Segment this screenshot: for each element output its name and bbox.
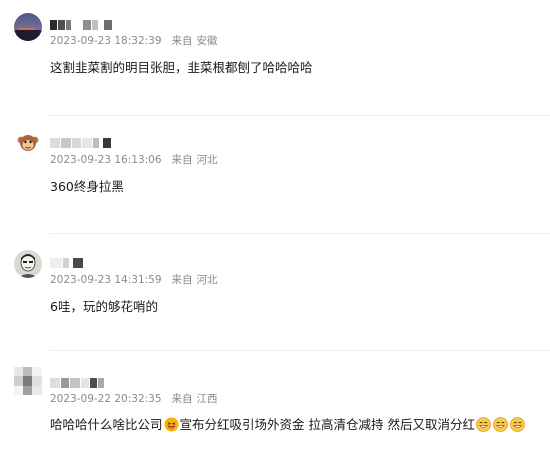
comment-text: 哈哈哈什么啥比公司 宣布分红吸引场外资金 拉高清仓减持 然后又取消分红 — [50, 414, 526, 433]
comment-text: 6哇，玩的够花哨的 — [50, 299, 158, 314]
divider — [50, 115, 550, 116]
timestamp: 2023-09-22 20:32:35 — [50, 393, 162, 405]
location: 河北 — [196, 274, 218, 286]
username-masked[interactable] — [50, 252, 84, 268]
from-label: 来自 — [171, 274, 193, 286]
from-label: 来自 — [171, 154, 193, 166]
from-label: 来自 — [171, 35, 193, 47]
comment-text-part: 哈哈哈什么啥比公司 — [50, 417, 163, 432]
comment-text: 这割韭菜割的明目张胆，韭菜根都刨了哈哈哈哈 — [50, 60, 313, 75]
comment-meta: 2023-09-23 14:31:59 来自 河北 — [50, 272, 218, 287]
location: 河北 — [196, 154, 218, 166]
divider — [50, 233, 550, 234]
comment-list: 2023-09-23 18:32:39 来自 安徽 这割韭菜割的明目张胆，韭菜根都刨… — [0, 0, 550, 450]
location: 江西 — [196, 393, 218, 405]
username-masked[interactable] — [50, 372, 105, 388]
divider — [50, 350, 550, 351]
comment-meta: 2023-09-23 16:13:06 来自 河北 — [50, 152, 218, 167]
grinning-emoji-icon — [493, 417, 508, 432]
grinning-emoji-icon — [476, 417, 491, 432]
comment-text: 360终身拉黑 — [50, 179, 124, 194]
timestamp: 2023-09-23 18:32:39 — [50, 35, 162, 47]
comment-text-part: 宣布分红吸引场外资金 拉高清仓减持 然后又取消分红 — [179, 417, 475, 432]
from-label: 来自 — [171, 393, 193, 405]
comment-meta: 2023-09-22 20:32:35 来自 江西 — [50, 391, 218, 406]
location: 安徽 — [196, 35, 218, 47]
night-sky-avatar-icon[interactable] — [14, 13, 42, 41]
comment-meta: 2023-09-23 18:32:39 来自 安徽 — [50, 33, 218, 48]
laughing-tongue-emoji-icon — [163, 417, 179, 432]
monkey-avatar-icon[interactable] — [16, 131, 40, 155]
username-masked[interactable] — [50, 132, 112, 148]
username-masked[interactable] — [50, 14, 113, 30]
timestamp: 2023-09-23 16:13:06 — [50, 154, 162, 166]
grinning-emoji-icon — [510, 417, 525, 432]
pixelated-avatar-icon[interactable] — [14, 367, 42, 395]
sketch-portrait-avatar-icon[interactable] — [14, 250, 42, 278]
timestamp: 2023-09-23 14:31:59 — [50, 274, 162, 286]
